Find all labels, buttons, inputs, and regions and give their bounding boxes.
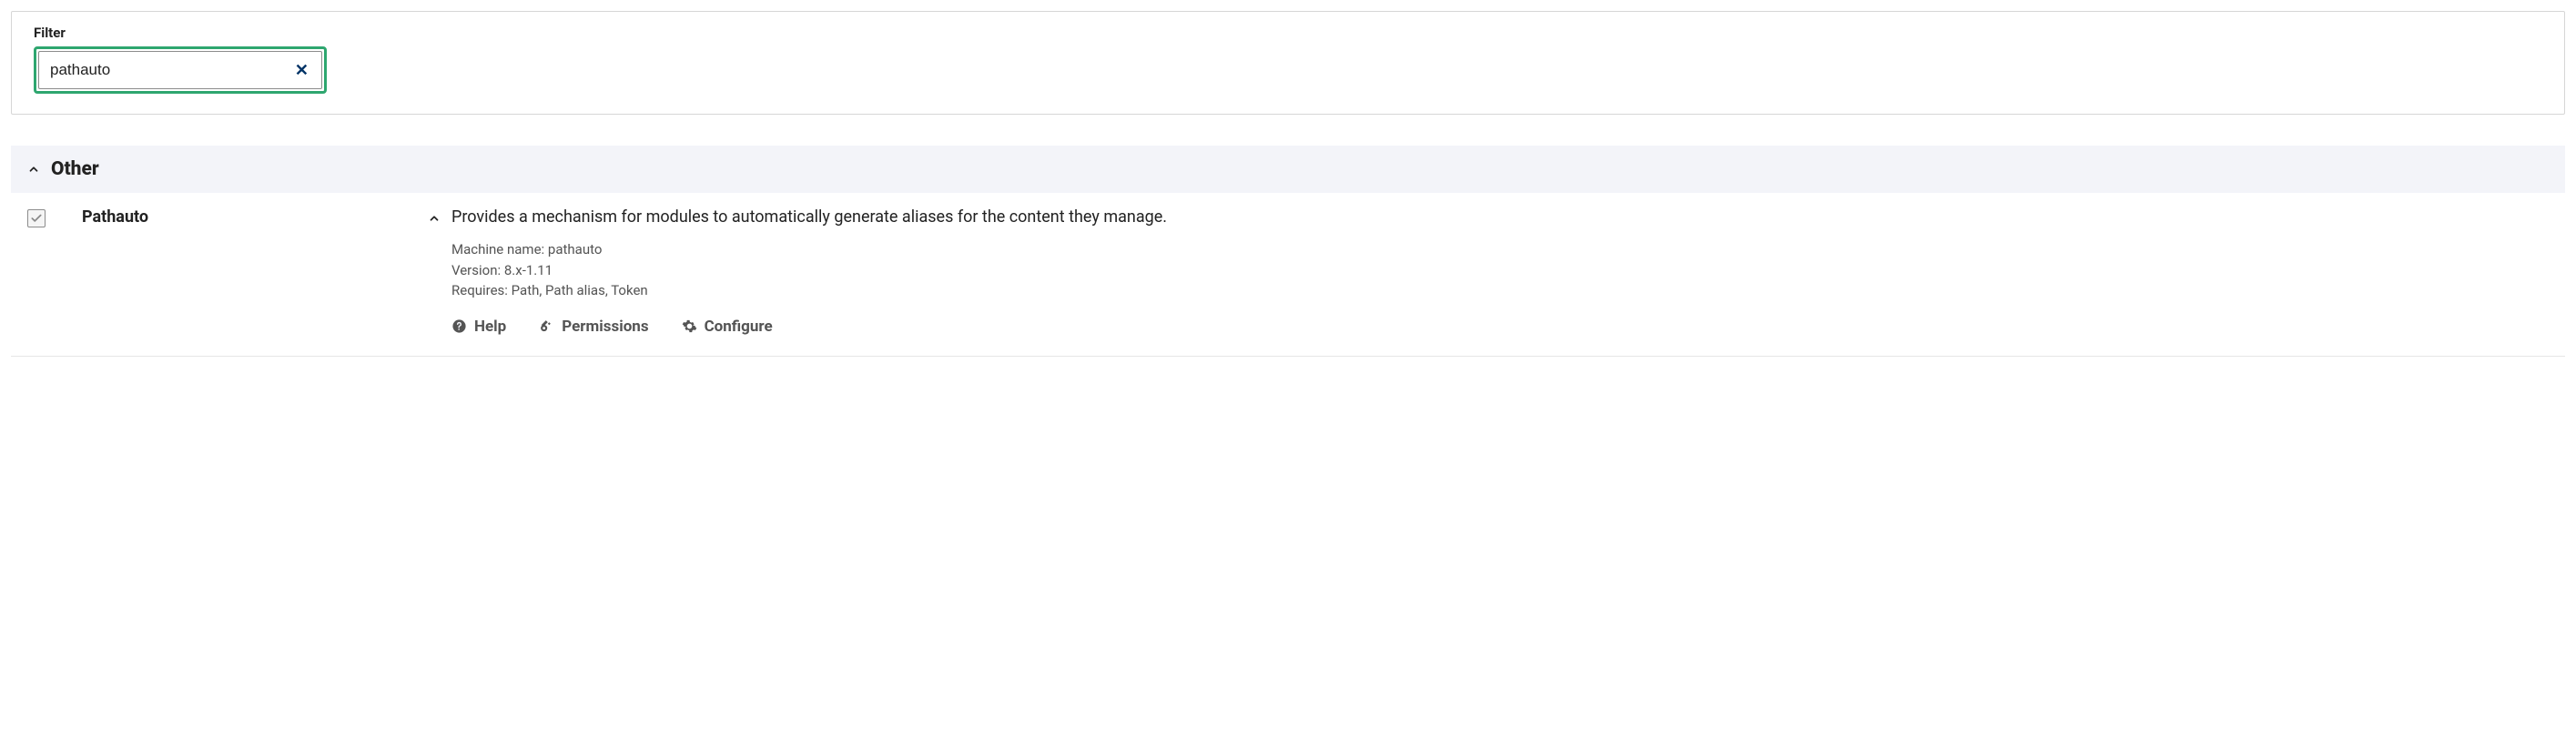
module-description: Provides a mechanism for modules to auto… [451, 207, 1167, 227]
version-label: Version: [451, 262, 501, 278]
machine-name-value: pathauto [548, 241, 603, 257]
permissions-link[interactable]: Permissions [539, 318, 648, 336]
requires-label: Requires: [451, 282, 508, 298]
filter-panel: Filter ✕ [11, 11, 2565, 115]
help-link[interactable]: Help [451, 318, 506, 336]
filter-label: Filter [34, 25, 2542, 41]
filter-input-wrapper: ✕ [38, 51, 322, 89]
machine-name-label: Machine name: [451, 241, 544, 257]
help-link-label: Help [474, 318, 506, 336]
help-icon [451, 318, 467, 334]
permissions-link-label: Permissions [562, 318, 648, 336]
filter-input[interactable] [50, 61, 291, 79]
module-enable-checkbox[interactable] [27, 209, 46, 227]
clear-filter-icon[interactable]: ✕ [291, 61, 312, 80]
chevron-up-icon [27, 163, 40, 176]
version-value: 8.x-1.11 [504, 262, 553, 278]
chevron-up-icon[interactable] [428, 207, 441, 228]
module-row: Pathauto Provides a mechanism for module… [11, 193, 2565, 357]
filter-input-focus-ring: ✕ [34, 46, 327, 94]
module-name: Pathauto [82, 207, 428, 227]
module-links: Help Permissions Configure [451, 318, 1167, 336]
module-meta: Machine name: pathauto Version: 8.x-1.11… [451, 239, 1167, 301]
key-icon [539, 318, 554, 334]
module-group-header[interactable]: Other [11, 146, 2565, 193]
configure-link[interactable]: Configure [682, 318, 773, 336]
requires-value: Path, Path alias, Token [512, 282, 648, 298]
configure-link-label: Configure [705, 318, 773, 336]
gear-icon [682, 318, 697, 334]
module-group-title: Other [51, 158, 99, 180]
